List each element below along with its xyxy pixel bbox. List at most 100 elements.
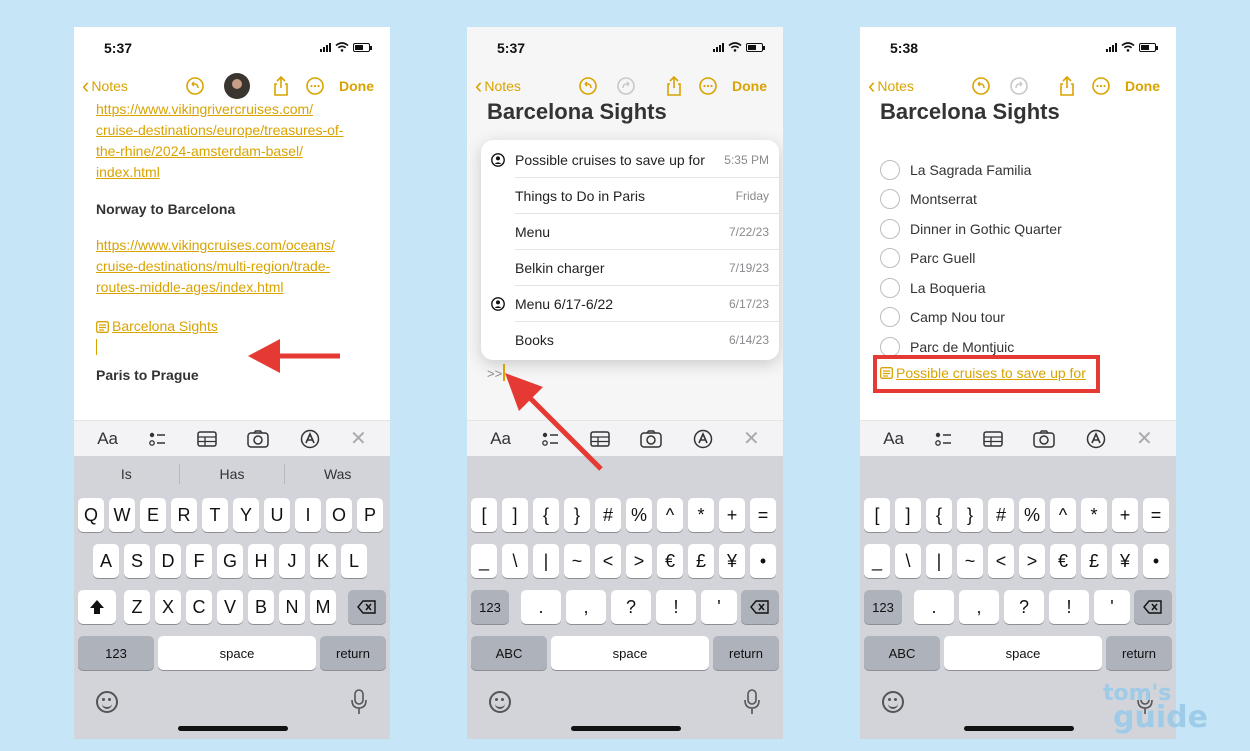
camera-icon[interactable]	[1033, 429, 1055, 448]
space-key[interactable]: space	[551, 636, 709, 670]
key[interactable]: I	[295, 498, 321, 532]
key[interactable]: J	[279, 544, 305, 578]
key[interactable]: %	[1019, 498, 1045, 532]
key[interactable]: }	[564, 498, 590, 532]
return-key[interactable]: return	[320, 636, 386, 670]
emoji-icon[interactable]	[489, 691, 511, 713]
key[interactable]: =	[750, 498, 776, 532]
key[interactable]: ?	[611, 590, 651, 624]
key[interactable]: <	[988, 544, 1014, 578]
checklist-item[interactable]: La Sagrada Familia	[880, 155, 1062, 185]
key[interactable]: .	[521, 590, 561, 624]
camera-icon[interactable]	[247, 429, 269, 448]
key[interactable]: {	[533, 498, 559, 532]
redo-icon[interactable]	[1008, 75, 1030, 97]
checklist-icon[interactable]	[148, 430, 166, 448]
markup-icon[interactable]	[1086, 429, 1106, 449]
more-icon[interactable]	[304, 75, 326, 97]
key[interactable]: ,	[959, 590, 999, 624]
key[interactable]: \	[895, 544, 921, 578]
key[interactable]: H	[248, 544, 274, 578]
key[interactable]: _	[471, 544, 497, 578]
key[interactable]: €	[657, 544, 683, 578]
key[interactable]: |	[926, 544, 952, 578]
close-icon[interactable]: ✕	[743, 426, 760, 451]
more-icon[interactable]	[697, 75, 719, 97]
key[interactable]: £	[1081, 544, 1107, 578]
emoji-icon[interactable]	[882, 691, 904, 713]
key[interactable]: N	[279, 590, 305, 624]
key[interactable]: Z	[124, 590, 150, 624]
key[interactable]: >	[626, 544, 652, 578]
key[interactable]: ¥	[719, 544, 745, 578]
space-key[interactable]: space	[158, 636, 316, 670]
key[interactable]: ^	[1050, 498, 1076, 532]
key[interactable]: _	[864, 544, 890, 578]
key[interactable]: O	[326, 498, 352, 532]
key[interactable]: •	[1143, 544, 1169, 578]
url-link-1[interactable]: https://www.vikingrivercruises.com/ crui…	[96, 99, 376, 183]
key[interactable]: #	[595, 498, 621, 532]
share-icon[interactable]	[663, 75, 685, 97]
key[interactable]: £	[688, 544, 714, 578]
numbers-key[interactable]: 123	[471, 590, 509, 624]
letters-key[interactable]: ABC	[864, 636, 940, 670]
more-icon[interactable]	[1090, 75, 1112, 97]
key[interactable]: €	[1050, 544, 1076, 578]
back-button[interactable]: ‹ Notes	[475, 75, 521, 97]
key[interactable]: C	[186, 590, 212, 624]
return-key[interactable]: return	[713, 636, 779, 670]
key[interactable]: |	[533, 544, 559, 578]
checklist-item[interactable]: Dinner in Gothic Quarter	[880, 214, 1062, 244]
key[interactable]: #	[988, 498, 1014, 532]
share-icon[interactable]	[1056, 75, 1078, 97]
key[interactable]: S	[124, 544, 150, 578]
note-link[interactable]: Barcelona Sights	[96, 316, 376, 337]
key[interactable]: <	[595, 544, 621, 578]
close-icon[interactable]: ✕	[350, 426, 367, 451]
key[interactable]: B	[248, 590, 274, 624]
key[interactable]: A	[93, 544, 119, 578]
undo-icon[interactable]	[970, 75, 992, 97]
microphone-icon[interactable]	[743, 689, 761, 715]
camera-icon[interactable]	[640, 429, 662, 448]
redo-icon[interactable]	[615, 75, 637, 97]
unchecked-circle-icon[interactable]	[880, 159, 900, 180]
key[interactable]: +	[1112, 498, 1138, 532]
key[interactable]: ?	[1004, 590, 1044, 624]
key[interactable]: !	[1049, 590, 1089, 624]
share-icon[interactable]	[270, 75, 292, 97]
delete-key[interactable]	[741, 590, 779, 624]
markup-icon[interactable]	[693, 429, 713, 449]
key[interactable]: T	[202, 498, 228, 532]
key[interactable]: [	[864, 498, 890, 532]
key[interactable]: \	[502, 544, 528, 578]
key[interactable]: '	[1094, 590, 1130, 624]
key[interactable]: +	[719, 498, 745, 532]
table-icon[interactable]	[197, 430, 217, 447]
key[interactable]: M	[310, 590, 336, 624]
key[interactable]: {	[926, 498, 952, 532]
unchecked-circle-icon[interactable]	[880, 218, 900, 239]
key[interactable]: ,	[566, 590, 606, 624]
key[interactable]: >	[1019, 544, 1045, 578]
suggestion[interactable]: Is	[74, 464, 180, 484]
format-text-button[interactable]: Aa	[97, 429, 118, 449]
key[interactable]: .	[914, 590, 954, 624]
key[interactable]: P	[357, 498, 383, 532]
key[interactable]: X	[155, 590, 181, 624]
key[interactable]: F	[186, 544, 212, 578]
key[interactable]: K	[310, 544, 336, 578]
key[interactable]: R	[171, 498, 197, 532]
checklist-icon[interactable]	[934, 430, 952, 448]
done-button[interactable]: Done	[732, 78, 767, 94]
key[interactable]: !	[656, 590, 696, 624]
key[interactable]: =	[1143, 498, 1169, 532]
microphone-icon[interactable]	[350, 689, 368, 715]
unchecked-circle-icon[interactable]	[880, 189, 900, 210]
key[interactable]: L	[341, 544, 367, 578]
key[interactable]: ]	[502, 498, 528, 532]
key[interactable]: }	[957, 498, 983, 532]
key[interactable]: [	[471, 498, 497, 532]
key[interactable]: %	[626, 498, 652, 532]
